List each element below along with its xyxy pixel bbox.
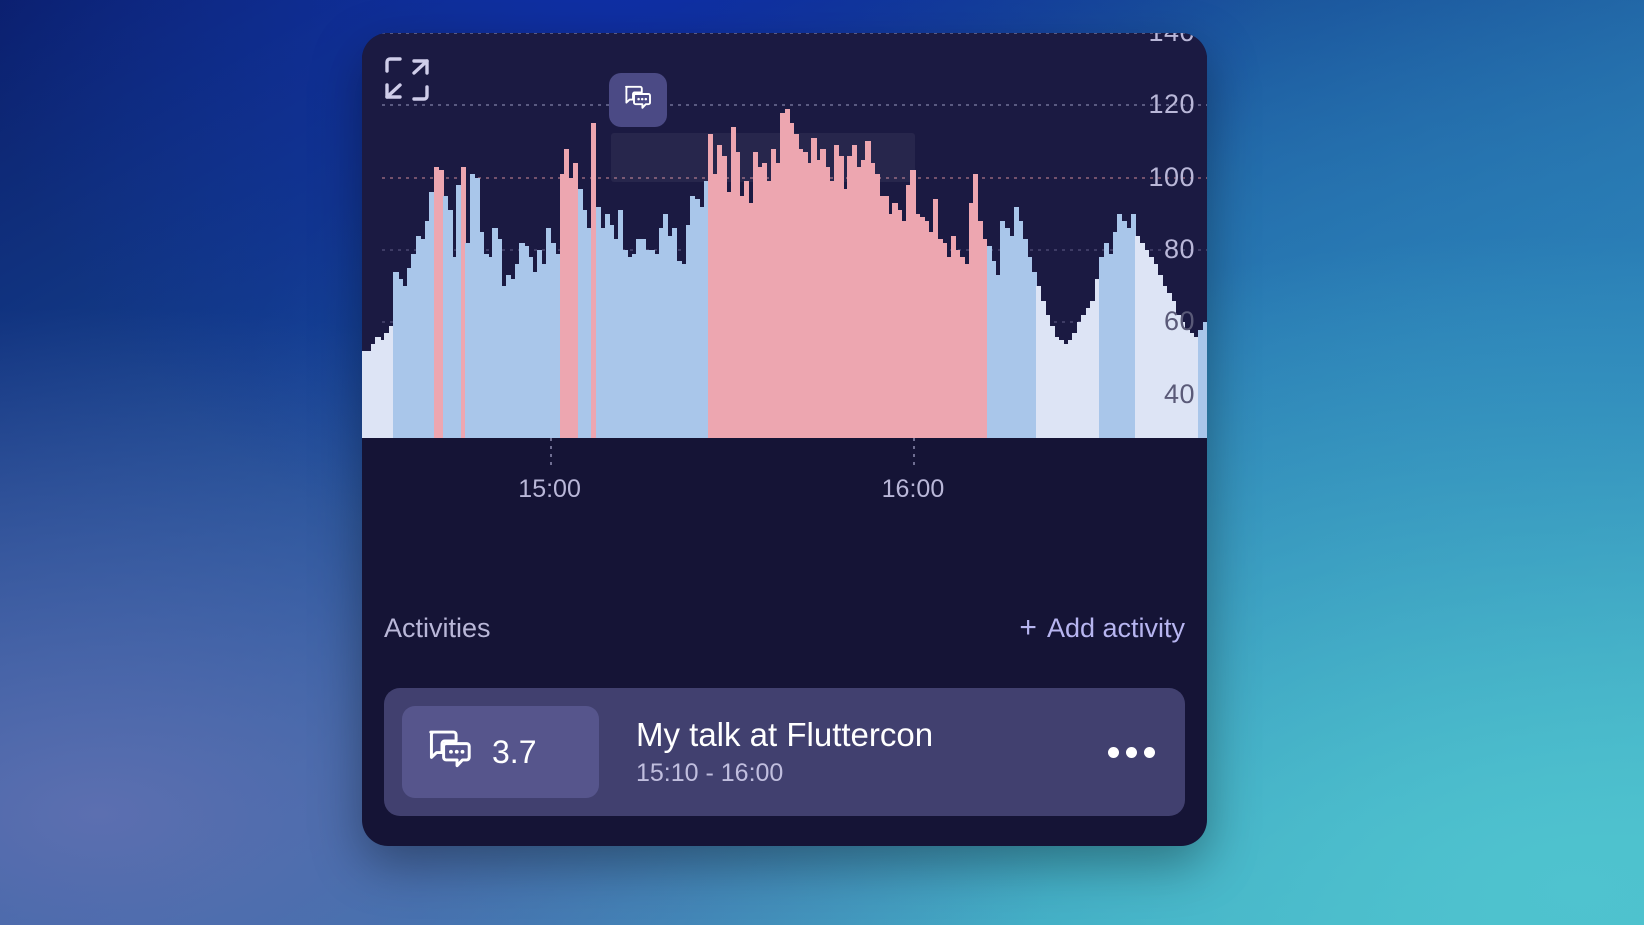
x-tick-label: 15:00: [518, 475, 581, 503]
activity-widget-card: 140 120 100 80 60 40: [362, 33, 1207, 846]
activities-title: Activities: [384, 612, 491, 643]
activity-title: My talk at Fluttercon: [636, 716, 934, 754]
add-activity-button[interactable]: + Add activity: [1019, 613, 1185, 644]
more-dot: [1144, 746, 1155, 758]
activity-text-block: My talk at Fluttercon 15:10 - 16:00: [636, 716, 1108, 788]
x-tick-mark: [549, 438, 552, 468]
y-tick-label-40: 40: [1163, 378, 1195, 409]
x-tick-label: 16:00: [881, 475, 945, 503]
chart-bar: [1202, 322, 1207, 438]
activity-list-item[interactable]: 3.7 My talk at Fluttercon 15:10 - 16:00: [384, 688, 1185, 816]
chart-bars: [362, 33, 1207, 438]
y-tick-label-60: 60: [1163, 306, 1195, 337]
activity-time-range: 15:10 - 16:00: [636, 758, 784, 787]
activity-marker-chat[interactable]: [609, 73, 667, 127]
more-dot: [1108, 746, 1119, 758]
x-tick-mark: [912, 438, 915, 468]
chat-bubbles-icon: [623, 83, 653, 118]
activity-metric-chip: 3.7: [402, 706, 599, 798]
heart-rate-chart[interactable]: 140 120 100 80 60 40: [362, 33, 1207, 438]
y-tick-label-140: 140: [1148, 33, 1195, 46]
activities-header: Activities + Add activity: [362, 603, 1207, 653]
chat-bubbles-icon: [426, 726, 474, 779]
y-tick-label-120: 120: [1148, 89, 1195, 120]
more-dot: [1126, 746, 1137, 758]
more-horizontal-icon[interactable]: [1108, 746, 1167, 758]
y-tick-label-100: 100: [1148, 161, 1195, 192]
add-activity-label: Add activity: [1046, 612, 1185, 643]
y-tick-label-80: 80: [1163, 233, 1195, 264]
plus-icon: +: [1019, 611, 1037, 644]
collapse-icon[interactable]: [383, 55, 431, 103]
chart-x-axis: 15:00 16:00: [362, 438, 1207, 513]
activity-metric-value: 3.7: [492, 733, 537, 770]
